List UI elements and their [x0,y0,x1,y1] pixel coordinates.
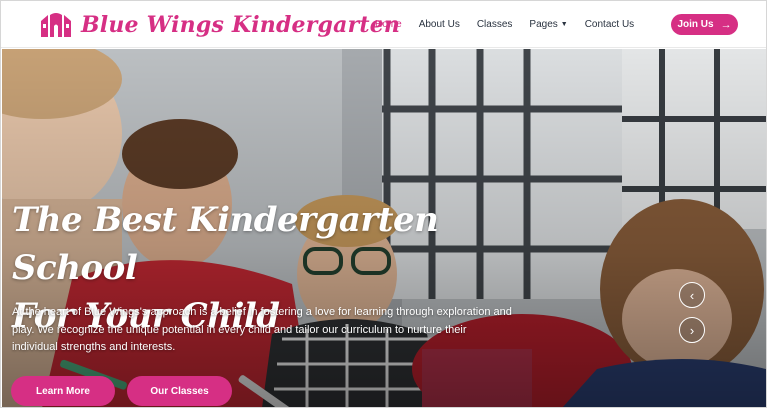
nav-item-pages[interactable]: Pages ▼ [529,19,567,30]
nav-item-pages-label: Pages [529,19,558,30]
nav-item-about-us[interactable]: About Us [419,19,460,30]
join-us-label: Join Us [677,19,714,30]
carousel-next-button[interactable]: › [679,317,705,343]
our-classes-button[interactable]: Our Classes [127,376,232,406]
hero-description: At the heart of Blue Wings's approach is… [12,306,512,353]
join-us-button[interactable]: Join Us → [671,14,738,35]
hero-carousel: The Best Kindergarten School For Your Ch… [2,49,766,407]
carousel-prev-button[interactable]: ‹ [679,282,705,308]
nav-menu: Home About Us Classes Pages ▼ Contact Us [375,1,651,48]
brand-name: Blue Wings Kindergarten [81,12,401,38]
brand-logo[interactable]: Blue Wings Kindergarten [39,10,400,40]
nav-item-home[interactable]: Home [375,19,402,30]
navbar: Blue Wings Kindergarten Home About Us Cl… [1,1,766,48]
nav-item-contact-us[interactable]: Contact Us [585,19,634,30]
chevron-left-icon: ‹ [689,287,695,303]
page: Blue Wings Kindergarten Home About Us Cl… [0,0,767,408]
learn-more-button[interactable]: Learn More [11,376,115,406]
chevron-right-icon: › [689,322,695,338]
hero-title-line-1: The Best Kindergarten School [12,200,439,288]
chevron-down-icon: ▼ [560,21,568,28]
arrow-right-icon: → [720,18,732,31]
nav-item-classes[interactable]: Classes [477,19,513,30]
building-logo-icon [41,13,71,37]
